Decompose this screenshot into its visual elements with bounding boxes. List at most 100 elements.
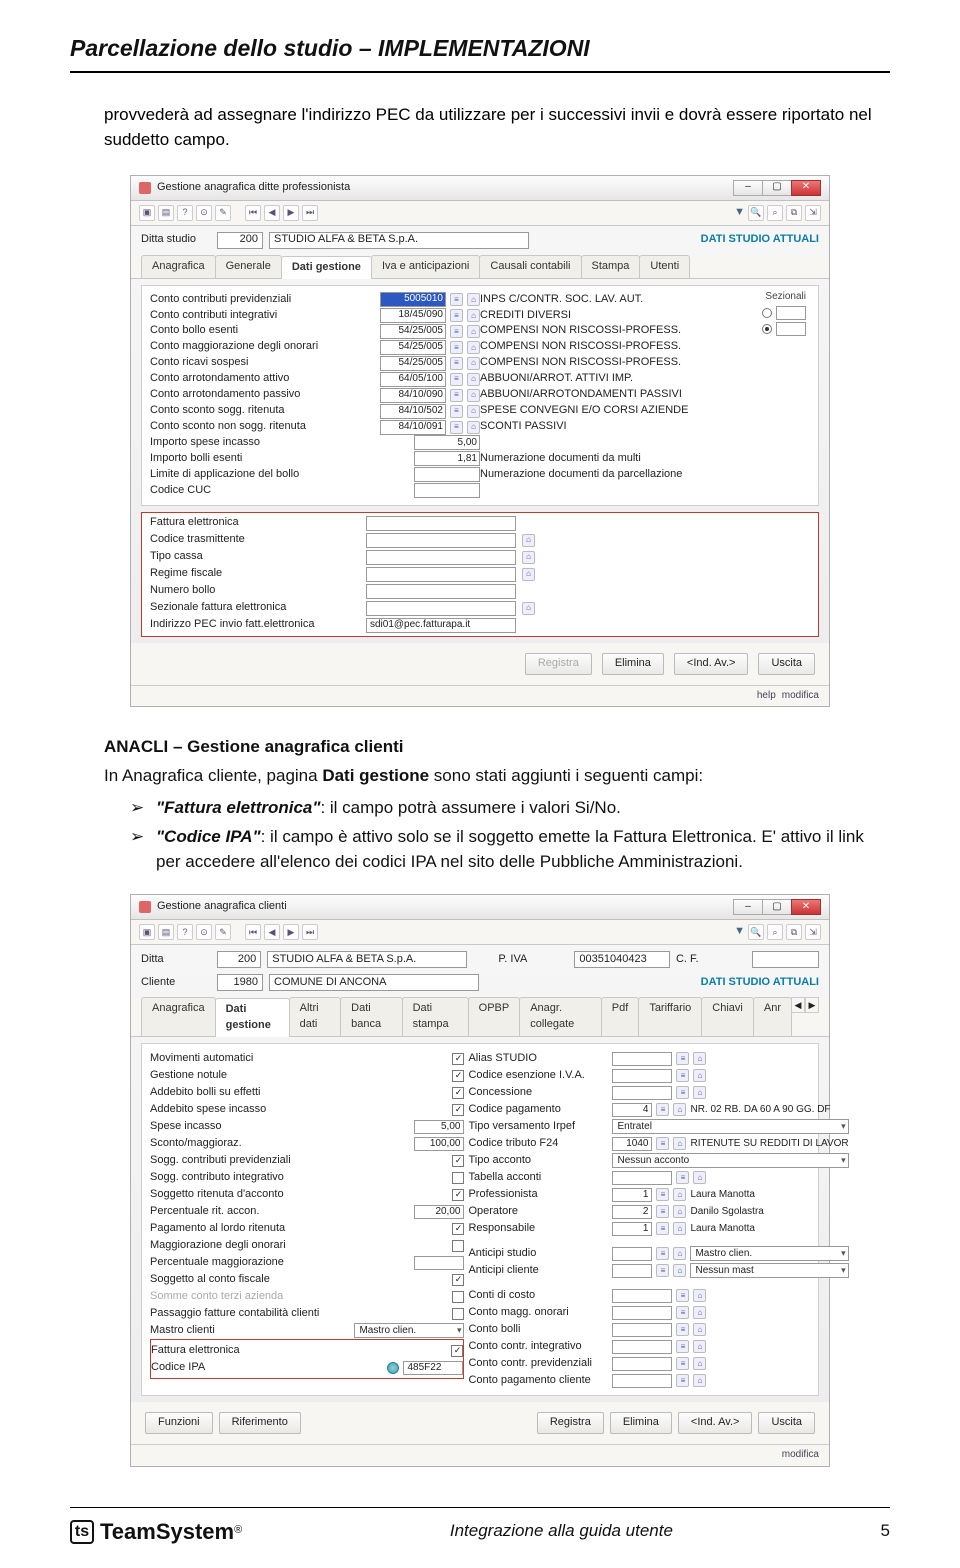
dropdown[interactable]: Nessun acconto [612,1153,848,1168]
tab-anr[interactable]: Anr [753,997,792,1036]
detail-icon[interactable]: ⌂ [522,602,535,615]
value-input[interactable] [612,1086,672,1100]
detail-icon[interactable]: ⌂ [467,357,480,370]
detail-icon[interactable]: ⌂ [467,309,480,322]
toolbar-icon[interactable]: ✎ [215,924,231,940]
lookup-icon[interactable]: ≡ [450,325,463,338]
red-field-input[interactable] [366,550,516,565]
field-code-input[interactable]: 18/45/090 [380,308,446,323]
detail-icon[interactable]: ⌂ [693,1374,706,1387]
value-input[interactable]: 5,00 [414,1120,464,1134]
field-code-input[interactable]: 64/05/100 [380,372,446,387]
detail-icon[interactable]: ⌂ [693,1171,706,1184]
nav-prev-icon[interactable]: ◀ [264,924,280,940]
tab-pdf[interactable]: Pdf [601,997,640,1036]
toolbar-icon[interactable]: ? [177,205,193,221]
toolbar-icon[interactable]: ▤ [158,924,174,940]
registra-button[interactable]: Registra [537,1412,604,1434]
nav-prev-icon[interactable]: ◀ [264,205,280,221]
detail-icon[interactable]: ⌂ [693,1340,706,1353]
lookup-icon[interactable]: ≡ [656,1137,669,1150]
detail-icon[interactable]: ⌂ [522,551,535,564]
uscita-button[interactable]: Uscita [758,1412,815,1434]
checkbox[interactable]: ✓ [452,1155,464,1167]
value-input[interactable] [612,1289,672,1303]
tab-stampa[interactable]: Stampa [581,255,641,278]
dropdown[interactable]: Entratel [612,1119,848,1134]
lookup-icon[interactable]: ≡ [676,1374,689,1387]
value-input[interactable] [612,1247,652,1261]
field-code-input[interactable] [414,483,480,498]
field-code-input[interactable]: 5005010 [380,292,446,307]
tab-chiavi[interactable]: Chiavi [701,997,754,1036]
value-input[interactable] [612,1171,672,1185]
value-input[interactable] [612,1323,672,1337]
field-code-input[interactable]: 84/10/502 [380,404,446,419]
detail-icon[interactable]: ⌂ [673,1188,686,1201]
detail-icon[interactable]: ⌂ [693,1357,706,1370]
lookup-icon[interactable]: ≡ [676,1340,689,1353]
sezionale-input[interactable] [776,306,806,320]
export-icon[interactable]: ⇲ [805,924,821,940]
detail-icon[interactable]: ⌂ [693,1052,706,1065]
tab-dati-banca[interactable]: Dati banca [340,997,402,1036]
value-input[interactable] [612,1357,672,1371]
tab-utenti[interactable]: Utenti [639,255,690,278]
radio[interactable] [762,324,772,334]
value-input[interactable] [612,1340,672,1354]
checkbox[interactable] [452,1172,464,1184]
field-code-input[interactable]: 54/25/005 [380,356,446,371]
dropdown[interactable]: Mastro clien. [354,1323,464,1338]
nav-first-icon[interactable]: ⏮ [245,205,261,221]
lookup-icon[interactable]: ≡ [450,341,463,354]
checkbox[interactable] [452,1240,464,1252]
lookup-icon[interactable]: ≡ [676,1289,689,1302]
red-field-input[interactable] [366,601,516,616]
lookup-icon[interactable]: ≡ [450,293,463,306]
cliente-name-input[interactable]: COMUNE DI ANCONA [269,974,479,991]
lookup-icon[interactable]: ≡ [450,357,463,370]
lookup-icon[interactable]: ≡ [676,1052,689,1065]
minimize-button[interactable]: – [733,899,763,915]
nav-first-icon[interactable]: ⏮ [245,924,261,940]
field-code-input[interactable]: 84/10/091 [380,420,446,435]
value-input[interactable] [612,1306,672,1320]
detail-icon[interactable]: ⌂ [673,1247,686,1260]
red-field-input[interactable] [366,533,516,548]
dropdown[interactable]: Mastro clien. [690,1246,848,1261]
tab-iva-e-anticipazioni[interactable]: Iva e anticipazioni [371,255,480,278]
detail-icon[interactable]: ⌂ [693,1306,706,1319]
code-input[interactable]: 1 [612,1188,652,1202]
checkbox[interactable] [452,1308,464,1320]
code-input[interactable]: 2 [612,1205,652,1219]
detail-icon[interactable]: ⌂ [673,1103,686,1116]
code-input[interactable]: 1 [612,1222,652,1236]
tab-dati-gestione[interactable]: Dati gestione [215,998,290,1037]
detail-icon[interactable]: ⌂ [522,568,535,581]
lookup-icon[interactable]: ≡ [656,1264,669,1277]
registra-button[interactable]: Registra [525,653,592,675]
detail-icon[interactable]: ⌂ [673,1205,686,1218]
lookup-icon[interactable]: ≡ [676,1086,689,1099]
detail-icon[interactable]: ⌂ [522,534,535,547]
dropdown-icon[interactable]: ▼ [734,205,745,221]
field-code-input[interactable]: 54/25/005 [380,324,446,339]
checkbox[interactable]: ✓ [452,1087,464,1099]
lookup-icon[interactable]: ≡ [656,1188,669,1201]
dropdown-icon[interactable]: ▼ [734,924,745,940]
value-input[interactable] [612,1069,672,1083]
code-input[interactable]: 4 [612,1103,652,1117]
dropdown[interactable]: Nessun mast [690,1263,848,1278]
cf-input[interactable] [752,951,819,968]
elimina-button[interactable]: Elimina [602,653,664,675]
codice-ipa-input[interactable]: 485F22 [403,1361,463,1375]
tab-generale[interactable]: Generale [215,255,282,278]
detail-icon[interactable]: ⌂ [693,1069,706,1082]
toolbar-icon[interactable]: ⊙ [196,205,212,221]
lookup-icon[interactable]: ≡ [676,1306,689,1319]
tab-scroll-right[interactable]: ▶ [805,997,819,1013]
ditta-name-input[interactable]: STUDIO ALFA & BETA S.p.A. [267,951,467,968]
lookup-icon[interactable]: ≡ [676,1323,689,1336]
lookup-icon[interactable]: ≡ [676,1357,689,1370]
tab-anagrafica[interactable]: Anagrafica [141,255,216,278]
